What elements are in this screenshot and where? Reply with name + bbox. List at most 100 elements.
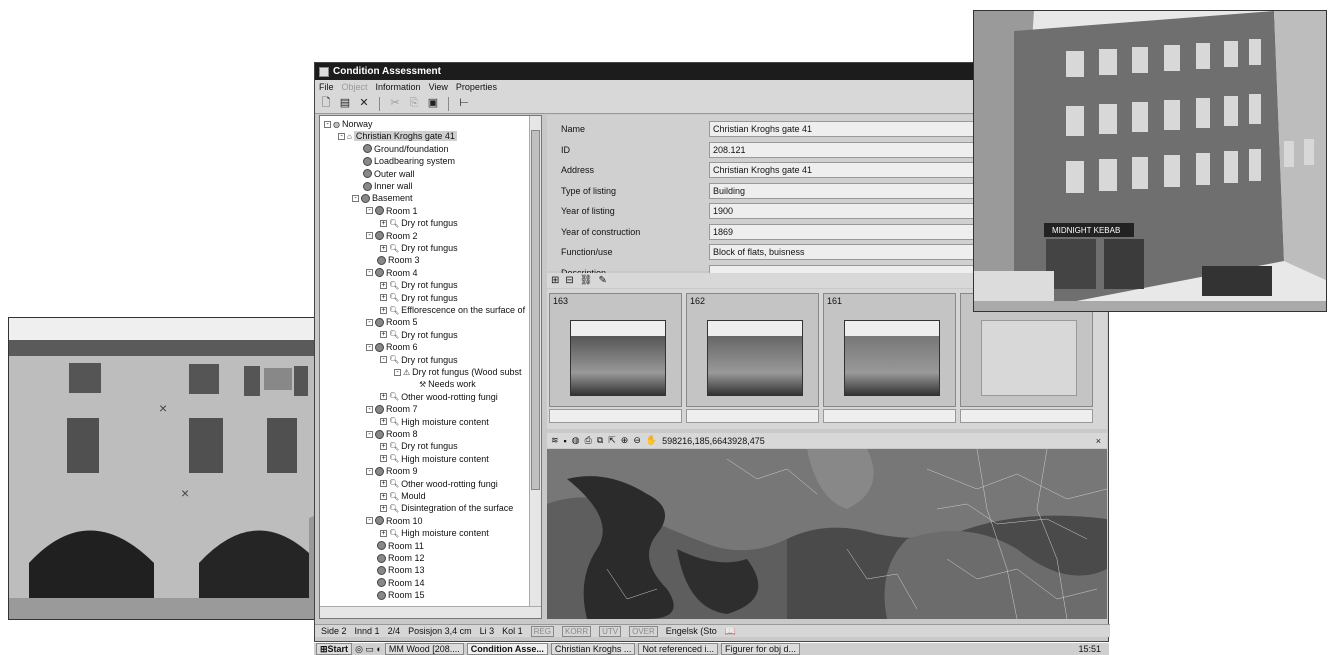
pan-hand-icon[interactable]: ✋	[646, 435, 657, 446]
select-icon[interactable]: ⇱	[608, 435, 616, 446]
tree-node[interactable]: + 🔍︎ High moisture content	[380, 527, 489, 539]
tree-node[interactable]: + 🔍︎ Efflorescence on the surface of	[380, 304, 525, 316]
tree-node[interactable]: ⚒ Needs work	[408, 378, 476, 390]
expand-toggle-icon[interactable]: +	[380, 244, 387, 252]
zoom-out-icon[interactable]: ⊖	[633, 435, 641, 446]
tree-node[interactable]: + 🔍︎ Mould	[380, 490, 426, 502]
print-icon[interactable]: ⎙	[585, 435, 592, 446]
expand-toggle-icon[interactable]: +	[380, 418, 387, 426]
image-caption-field[interactable]	[686, 409, 819, 423]
map-view[interactable]	[547, 449, 1107, 619]
image-thumbnail-card[interactable]: 163	[549, 293, 682, 407]
collapse-toggle-icon[interactable]: -	[366, 430, 373, 438]
close-map-button[interactable]: ×	[1096, 436, 1107, 446]
image-caption-field[interactable]	[823, 409, 956, 423]
scroll-thumb[interactable]	[531, 130, 540, 490]
tree-node[interactable]: + 🔍︎ Other wood-rotting fungi	[380, 478, 498, 490]
edit-image-icon[interactable]: ✎	[598, 275, 606, 286]
zoom-in-icon[interactable]: ⊕	[621, 435, 629, 446]
expand-toggle-icon[interactable]: +	[380, 294, 387, 302]
tree-node[interactable]: - Basement	[352, 192, 413, 204]
tree-node[interactable]: + 🔍︎ Dry rot fungus	[380, 217, 458, 229]
menu-file[interactable]: File	[319, 82, 334, 92]
tree-vertical-scrollbar[interactable]	[529, 116, 541, 618]
image-thumbnail-card[interactable]: 162	[686, 293, 819, 407]
tree-node[interactable]: - ⌂ Christian Kroghs gate 41	[338, 130, 457, 142]
collapse-toggle-icon[interactable]: -	[324, 120, 331, 128]
taskbar-item-mmwood[interactable]: MM Wood [208....	[384, 643, 464, 655]
collapse-toggle-icon[interactable]: -	[366, 405, 373, 413]
menu-properties[interactable]: Properties	[456, 82, 497, 92]
properties-icon[interactable]: ▤	[338, 97, 352, 111]
tree-horizontal-scrollbar[interactable]	[320, 606, 541, 618]
spellcheck-icon[interactable]: 📖	[725, 626, 736, 637]
tree-node[interactable]: - Room 7	[366, 403, 418, 415]
taskbar-item-condition-assessment[interactable]: Condition Asse...	[466, 643, 548, 655]
menu-view[interactable]: View	[429, 82, 448, 92]
tree-node[interactable]: - Room 8	[366, 428, 418, 440]
collapse-toggle-icon[interactable]: -	[380, 356, 387, 364]
tree-node[interactable]: + 🔍︎ Dry rot fungus	[380, 329, 458, 341]
tree-node[interactable]: Room 14	[366, 577, 425, 589]
tree-node[interactable]: Room 12	[366, 552, 425, 564]
layers-icon[interactable]: ≋	[551, 435, 559, 446]
quicklaunch-icons[interactable]: ◎ ▭ ◐	[355, 644, 382, 655]
expand-toggle-icon[interactable]: +	[380, 281, 387, 289]
copy-map-icon[interactable]: ⧉	[597, 435, 603, 446]
tree-node[interactable]: + 🔍︎ Disintegration of the surface	[380, 502, 513, 514]
collapse-toggle-icon[interactable]: -	[366, 318, 373, 326]
collapse-toggle-icon[interactable]: -	[366, 517, 373, 525]
collapse-toggle-icon[interactable]: -	[366, 269, 373, 277]
tree-node[interactable]: Inner wall	[352, 180, 413, 192]
expand-toggle-icon[interactable]: +	[380, 393, 387, 401]
expand-toggle-icon[interactable]: +	[380, 219, 387, 227]
tree-node[interactable]: - Room 9	[366, 465, 418, 477]
tree-node[interactable]: Room 11	[366, 540, 424, 552]
tree-node[interactable]: - Room 6	[366, 341, 418, 353]
new-document-icon[interactable]: 🗋	[319, 97, 333, 111]
tree-node[interactable]: - Room 1	[366, 205, 418, 217]
expand-toggle-icon[interactable]: +	[380, 442, 387, 450]
image-caption-field[interactable]	[960, 409, 1093, 423]
collapse-toggle-icon[interactable]: -	[366, 232, 373, 240]
image-thumbnail-card[interactable]: 161	[823, 293, 956, 407]
tree-node[interactable]: - Room 2	[366, 230, 418, 242]
tree-view-icon[interactable]: ⊢	[457, 97, 471, 111]
image-caption-field[interactable]	[549, 409, 682, 423]
taskbar-item-figurer[interactable]: Figurer for obj d...	[720, 643, 801, 655]
tree-node[interactable]: - Room 10	[366, 515, 423, 527]
globe-icon[interactable]: ◍	[572, 435, 580, 446]
tree-node[interactable]: Room 15	[366, 589, 425, 601]
object-tree[interactable]: - ◍ Norway - ⌂ Christian Kroghs gate 41 Ground…	[319, 115, 542, 619]
taskbar-item-not-referenced[interactable]: Not referenced i...	[638, 643, 718, 655]
tree-node[interactable]: - 🔍︎ Dry rot fungus	[380, 354, 458, 366]
collapse-toggle-icon[interactable]: -	[366, 467, 373, 475]
taskbar-item-christian-kroghs[interactable]: Christian Kroghs ...	[550, 643, 636, 655]
start-button[interactable]: ⊞ Start	[316, 643, 353, 655]
add-image-icon[interactable]: ⊞	[551, 275, 559, 286]
expand-toggle-icon[interactable]: +	[380, 504, 387, 512]
expand-toggle-icon[interactable]: +	[380, 492, 387, 500]
tree-node[interactable]: Room 3	[366, 254, 420, 266]
tree-node[interactable]: + 🔍︎ High moisture content	[380, 453, 489, 465]
expand-toggle-icon[interactable]: +	[380, 529, 387, 537]
delete-icon[interactable]: ✕	[357, 97, 371, 111]
tree-node[interactable]: + 🔍︎ Dry rot fungus	[380, 440, 458, 452]
expand-toggle-icon[interactable]: +	[380, 455, 387, 463]
paste-icon[interactable]: ▣	[426, 97, 440, 111]
tree-node[interactable]: Ground/foundation	[352, 143, 449, 155]
tree-node[interactable]: Loadbearing system	[352, 155, 455, 167]
remove-image-icon[interactable]: ⊟	[565, 275, 573, 286]
link-image-icon[interactable]: ⛓	[580, 275, 593, 286]
tree-node[interactable]: + 🔍︎ Other wood-rotting fungi	[380, 391, 498, 403]
collapse-toggle-icon[interactable]: -	[394, 368, 401, 376]
collapse-toggle-icon[interactable]: -	[352, 194, 359, 202]
expand-toggle-icon[interactable]: +	[380, 306, 387, 314]
expand-toggle-icon[interactable]: +	[380, 331, 387, 339]
tree-node[interactable]: + 🔍︎ Dry rot fungus	[380, 242, 458, 254]
save-icon[interactable]: ▪	[564, 436, 567, 446]
tree-node[interactable]: - ◍ Norway	[324, 118, 373, 130]
tree-node[interactable]: + 🔍︎ High moisture content	[380, 416, 489, 428]
tree-node[interactable]: - ⚠ Dry rot fungus (Wood subst	[394, 366, 522, 378]
expand-toggle-icon[interactable]: +	[380, 480, 387, 488]
